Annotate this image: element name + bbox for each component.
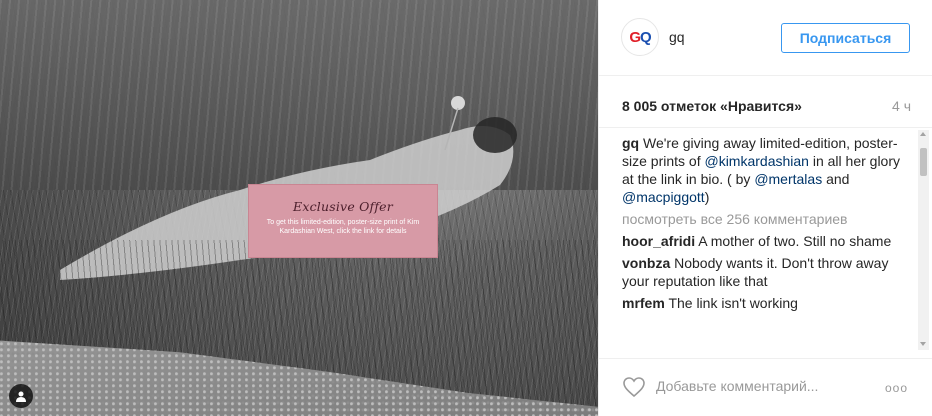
comment-item: mrfem The link isn't working (622, 294, 907, 312)
comment-username[interactable]: vonbza (622, 255, 670, 271)
scroll-up-arrow-icon[interactable] (920, 132, 926, 136)
comment-username[interactable]: mrfem (622, 295, 665, 311)
instagram-post: Exclusive Offer To get this limited-edit… (0, 0, 932, 416)
avatar-letter-q: Q (640, 28, 652, 46)
exclusive-offer-banner[interactable]: Exclusive Offer To get this limited-edit… (248, 184, 438, 258)
offer-title: Exclusive Offer (293, 199, 393, 214)
comments-scrollbar[interactable] (918, 130, 929, 350)
caption-username[interactable]: gq (622, 135, 639, 151)
user-tag-button[interactable] (9, 384, 33, 408)
likes-row: 8 005 отметок «Нравится» 4 ч (599, 76, 932, 128)
add-comment-input[interactable] (656, 376, 876, 396)
comment-item: vonbza Nobody wants it. Don't throw away… (622, 254, 907, 290)
comment-item: hoor_afridi A mother of two. Still no sh… (622, 232, 907, 250)
comment-text: A mother of two. Still no shame (698, 233, 892, 249)
post-time[interactable]: 4 ч (892, 98, 911, 114)
caption-text-5: ) (704, 189, 710, 205)
comments-list: gq We're giving away limited-edition, po… (622, 134, 907, 350)
avatar[interactable]: GQ (621, 18, 659, 56)
follow-button[interactable]: Подписаться (781, 23, 910, 53)
view-all-comments-link[interactable]: посмотреть все 256 комментариев (622, 210, 907, 228)
caption-mention-macpiggott[interactable]: @macpiggott (622, 189, 705, 205)
post-photo[interactable]: Exclusive Offer To get this limited-edit… (0, 0, 598, 416)
caption-mention-mertalas[interactable]: @mertalas (754, 171, 822, 187)
heart-icon[interactable] (622, 375, 646, 399)
likes-count[interactable]: 8 005 отметок «Нравится» (622, 98, 802, 114)
comment-username[interactable]: hoor_afridi (622, 233, 695, 249)
scrollbar-thumb[interactable] (920, 148, 927, 176)
avatar-letter-g: G (629, 28, 641, 46)
caption-text-3: by (731, 171, 755, 187)
post-sidebar: GQ gq Подписаться 8 005 отметок «Нравитс… (598, 0, 932, 416)
caption-text-4: and (822, 171, 850, 187)
offer-text: To get this limited-edition, poster-size… (266, 219, 420, 235)
more-options-icon[interactable]: ooo (885, 381, 908, 395)
person-icon (16, 391, 26, 402)
username-link[interactable]: gq (669, 29, 685, 45)
comment-text: The link isn't working (668, 295, 798, 311)
comment-footer: ooo (599, 358, 932, 416)
caption-mention-kimkardashian[interactable]: @kimkardashian (704, 153, 808, 169)
scroll-down-arrow-icon[interactable] (920, 342, 926, 346)
caption: gq We're giving away limited-edition, po… (622, 134, 907, 206)
post-header: GQ gq Подписаться (599, 0, 932, 76)
